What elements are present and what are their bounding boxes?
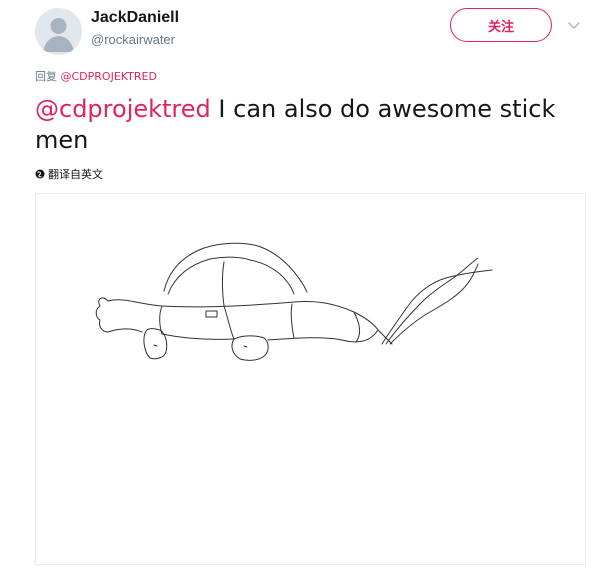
tweet: JackDaniell @rockairwater 关注 回复 @CDPROJE… xyxy=(0,0,610,572)
avatar[interactable] xyxy=(35,8,82,55)
tweet-image[interactable] xyxy=(35,193,586,565)
reply-prefix: 回复 xyxy=(35,70,61,83)
follow-button[interactable]: 关注 xyxy=(450,8,552,42)
translate-link[interactable]: 翻译自英文 xyxy=(35,166,103,182)
translate-label: 翻译自英文 xyxy=(48,168,103,181)
reply-context: 回复 @CDPROJEKTRED xyxy=(35,68,157,84)
tweet-mention-link[interactable]: @cdprojektred xyxy=(35,95,211,123)
user-handle[interactable]: @rockairwater xyxy=(91,32,175,47)
default-avatar-icon xyxy=(35,8,82,55)
car-sketch-drawing xyxy=(95,242,493,361)
display-name[interactable]: JackDaniell xyxy=(91,9,179,27)
tweet-text: @cdprojektred I can also do awesome stic… xyxy=(35,94,583,156)
globe-icon xyxy=(35,169,45,179)
reply-mention-link[interactable]: @CDPROJEKTRED xyxy=(61,70,157,83)
chevron-down-icon[interactable] xyxy=(566,18,582,32)
